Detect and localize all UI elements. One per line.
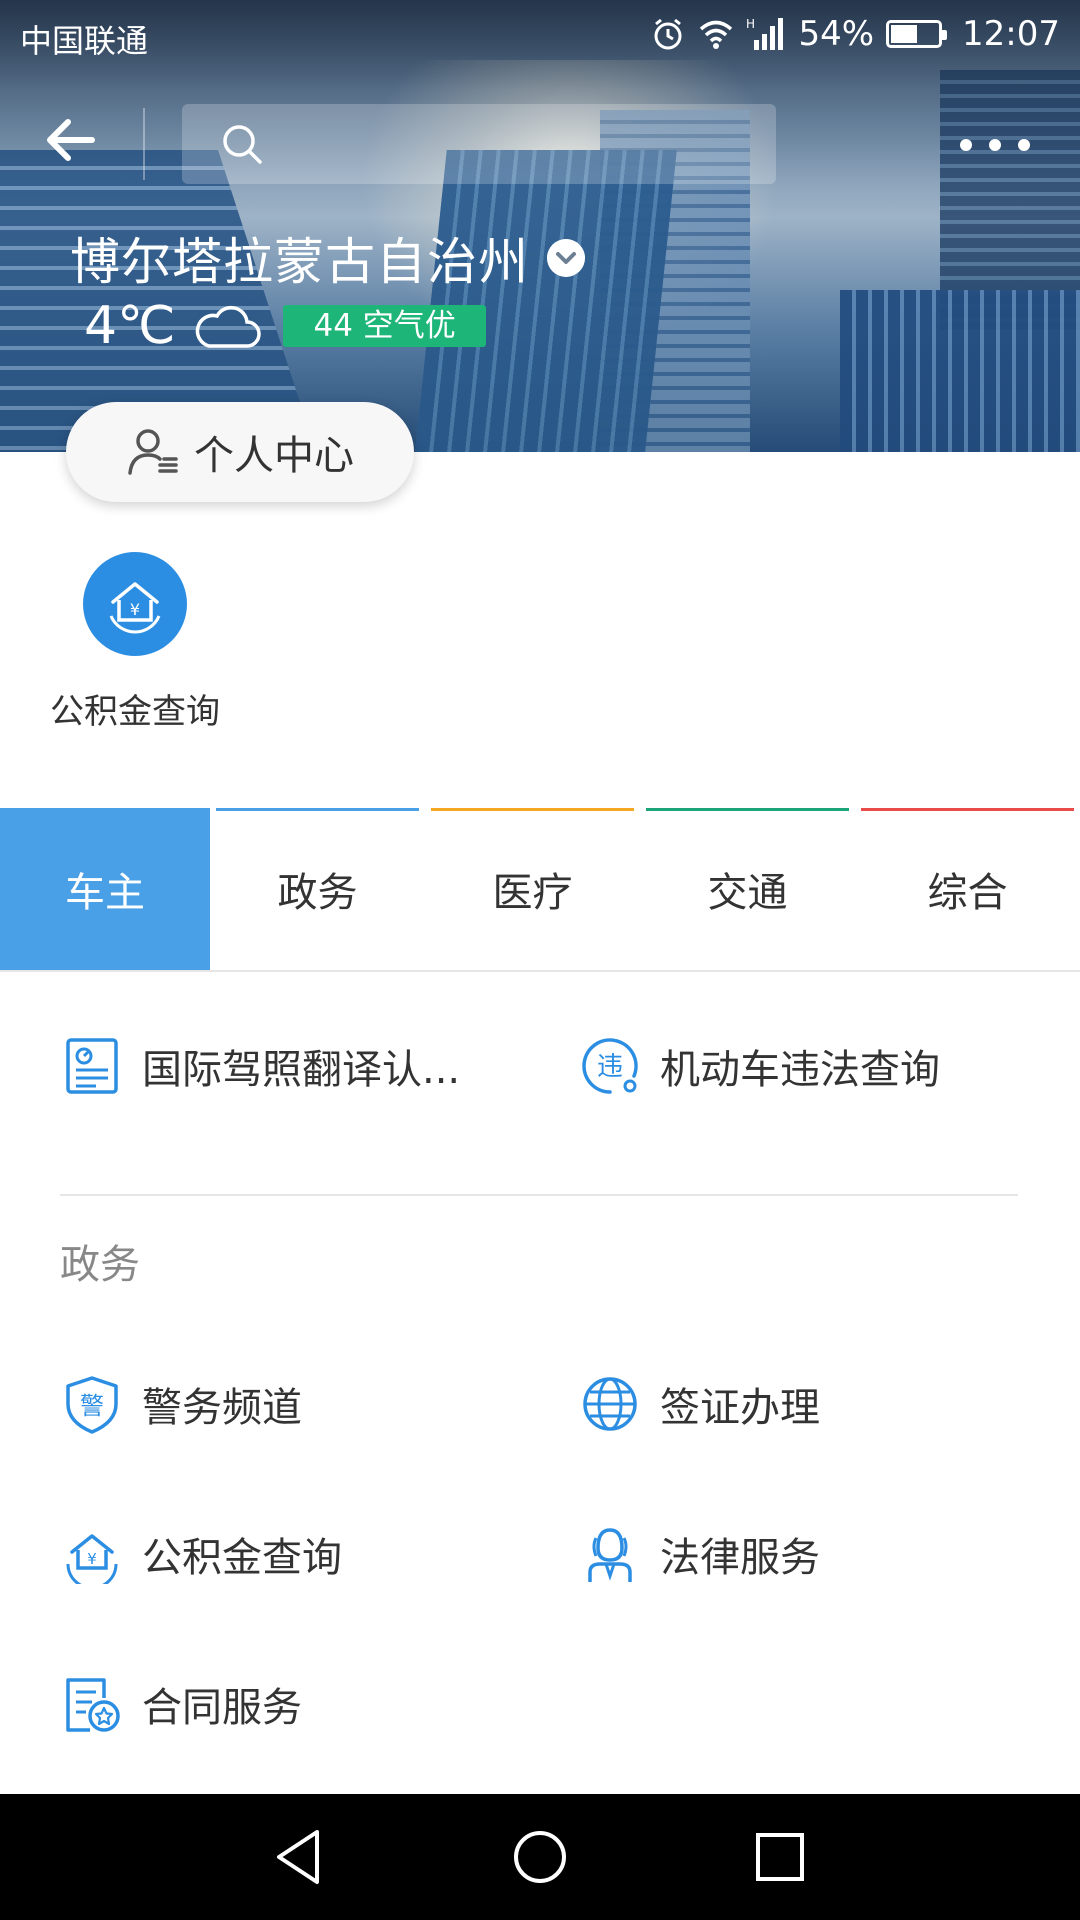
search-box[interactable] <box>182 104 776 186</box>
personal-center-label: 个人中心 <box>194 433 354 479</box>
tab-traffic[interactable]: 交通 <box>640 808 855 970</box>
weather-row: 4℃ 44 空气优 <box>84 296 486 356</box>
nav-recents-icon[interactable] <box>745 1822 815 1892</box>
service-intl-license[interactable]: 国际驾照翻译认... <box>62 1036 460 1096</box>
service-legal[interactable]: 法律服务 <box>580 1524 820 1584</box>
search-icon <box>223 125 262 164</box>
tab-color-bar <box>861 808 1074 811</box>
license-doc-icon <box>66 1038 118 1094</box>
svg-text:¥: ¥ <box>87 1550 97 1568</box>
service-label: 公积金查询 <box>142 1535 342 1581</box>
nav-home-icon[interactable] <box>505 1822 575 1892</box>
service-label: 机动车违法查询 <box>660 1047 940 1093</box>
service-label: 签证办理 <box>660 1385 820 1431</box>
wifi-icon <box>700 20 733 49</box>
tab-color-bar <box>431 808 634 811</box>
clock: 12:07 <box>962 14 1060 54</box>
violation-query-icon: 违 <box>582 1038 638 1094</box>
arrow-left-icon[interactable] <box>40 108 104 172</box>
svg-text:H: H <box>746 17 755 31</box>
service-label: 合同服务 <box>142 1685 302 1731</box>
svg-text:¥: ¥ <box>130 600 140 619</box>
globe-icon <box>583 1377 637 1431</box>
service-label: 国际驾照翻译认... <box>142 1047 461 1093</box>
user-icon <box>128 429 178 475</box>
tab-label: 医疗 <box>492 870 573 916</box>
alarm-icon <box>654 18 682 50</box>
tab-label: 综合 <box>927 870 1008 916</box>
city-selector[interactable]: 博尔塔拉蒙古自治州 <box>70 222 585 294</box>
contract-icon <box>66 1678 120 1732</box>
personal-center-button[interactable]: 个人中心 <box>66 402 414 502</box>
tab-label: 车主 <box>65 870 145 916</box>
tab-car-owner[interactable]: 车主 <box>0 808 210 970</box>
cloud-icon <box>196 305 262 348</box>
housing-fund-icon: ¥ <box>83 552 187 656</box>
police-shield-icon: 警 <box>66 1376 118 1434</box>
signal-icon: H <box>746 17 784 50</box>
tab-color-bar <box>646 808 849 811</box>
section-divider <box>60 1194 1018 1196</box>
system-nav-bar <box>0 1794 1080 1920</box>
battery-percent: 54% <box>798 14 875 54</box>
air-quality-badge: 44 空气优 <box>283 305 486 347</box>
service-label: 警务频道 <box>142 1385 302 1431</box>
more-dots-icon[interactable] <box>950 120 1040 170</box>
tab-government[interactable]: 政务 <box>210 808 425 970</box>
quick-service-label: 公积金查询 <box>50 692 220 732</box>
status-bar: 中国联通 H 54% 12:07 <box>0 0 1080 72</box>
battery-icon <box>886 20 948 48</box>
header-divider <box>143 108 145 180</box>
service-housing-fund[interactable]: ¥ 公积金查询 <box>62 1524 342 1584</box>
svg-text:违: 违 <box>597 1052 623 1082</box>
status-icons: H 54% 12:07 <box>650 14 1060 54</box>
service-contract[interactable]: 合同服务 <box>62 1674 302 1734</box>
carrier-name: 中国联通 <box>20 22 149 60</box>
city-name: 博尔塔拉蒙古自治州 <box>70 233 529 291</box>
tab-general[interactable]: 综合 <box>855 808 1080 970</box>
service-label: 法律服务 <box>660 1535 820 1581</box>
quick-service-housing-fund[interactable]: ¥ 公积金查询 <box>30 552 240 733</box>
category-tabs: 车主 政务 医疗 交通 综合 <box>0 808 1080 972</box>
svg-text:警: 警 <box>80 1392 104 1420</box>
service-visa[interactable]: 签证办理 <box>580 1374 820 1434</box>
nav-back-icon[interactable] <box>265 1822 335 1892</box>
temperature: 4℃ <box>84 296 176 356</box>
housing-fund-icon: ¥ <box>66 1534 118 1584</box>
tab-label: 交通 <box>707 870 788 916</box>
service-vehicle-violation[interactable]: 违 机动车违法查询 <box>580 1036 940 1096</box>
service-police-channel[interactable]: 警 警务频道 <box>62 1374 302 1434</box>
section-title-government: 政务 <box>60 1242 140 1288</box>
judge-icon <box>588 1528 632 1582</box>
chevron-down-icon <box>547 239 585 277</box>
tab-medical[interactable]: 医疗 <box>425 808 640 970</box>
tab-label: 政务 <box>277 870 358 916</box>
tab-color-bar <box>216 808 419 811</box>
search-input[interactable] <box>282 104 766 186</box>
